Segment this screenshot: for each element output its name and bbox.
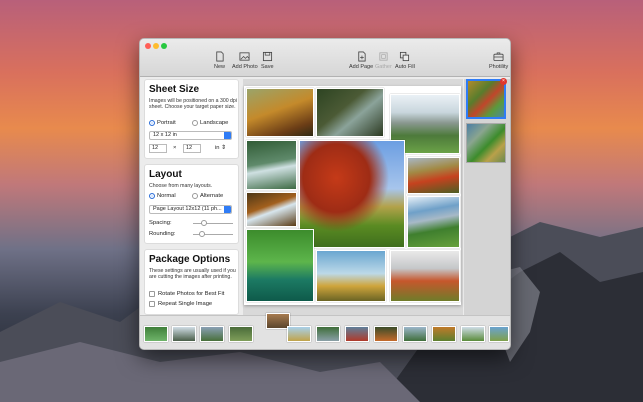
library-photo[interactable]: [287, 326, 311, 342]
height-field[interactable]: 12: [183, 144, 201, 153]
sheet-size-panel: Sheet Size Images will be positioned on …: [144, 79, 239, 159]
save-button[interactable]: Save: [261, 51, 274, 70]
close-button[interactable]: [145, 43, 151, 49]
library-photo[interactable]: [316, 326, 340, 342]
radio-dot-icon: [149, 120, 155, 126]
radio-dot-icon: [192, 120, 198, 126]
rotate-photos-checkbox[interactable]: Rotate Photos for Best Fit: [149, 291, 224, 297]
sheet-photo[interactable]: [246, 88, 314, 137]
sheet-photo[interactable]: [316, 88, 384, 137]
checkbox-icon: [149, 301, 155, 307]
chevron-updown-icon: [224, 132, 231, 139]
add-photo-button[interactable]: Add Photo: [232, 51, 258, 70]
sheet-size-title: Sheet Size: [149, 84, 200, 95]
spacing-slider-knob[interactable]: [201, 220, 207, 226]
library-photo[interactable]: [403, 326, 427, 342]
sheet-photo[interactable]: [407, 157, 460, 194]
zoom-button[interactable]: [161, 43, 167, 49]
gather-label: Gather: [375, 64, 392, 70]
sidebar: Sheet Size Images will be positioned on …: [144, 79, 239, 349]
document-icon: [216, 51, 224, 62]
photo-add-icon: [239, 52, 250, 61]
paper-size-select[interactable]: 12 x 12 in: [149, 131, 232, 140]
rounding-slider-knob[interactable]: [199, 231, 205, 237]
normal-radio[interactable]: Normal: [149, 193, 176, 199]
minimize-button[interactable]: [153, 43, 159, 49]
page-thumbnail[interactable]: ×: [466, 78, 507, 119]
portrait-radio[interactable]: Portrait: [149, 120, 176, 126]
layout-title: Layout: [149, 169, 182, 180]
times-symbol: ×: [173, 145, 177, 151]
spacing-slider[interactable]: [193, 220, 233, 226]
gather-button[interactable]: Gather: [375, 51, 392, 70]
library-photo[interactable]: [200, 326, 224, 342]
package-options-title: Package Options: [149, 254, 231, 265]
page-add-icon: [357, 51, 366, 62]
auto-fill-button[interactable]: Auto Fill: [395, 51, 415, 70]
chevron-updown-icon: [224, 206, 231, 213]
chevron-updown-icon: ⇕: [221, 145, 226, 151]
width-field[interactable]: 12: [149, 144, 167, 153]
layout-select[interactable]: Page Layout 12x12 (11 ph...: [149, 205, 232, 214]
library-photo[interactable]: [461, 326, 485, 342]
add-page-button[interactable]: Add Page: [349, 51, 373, 70]
add-page-label: Add Page: [349, 64, 374, 70]
library-photo[interactable]: [144, 326, 168, 342]
save-label: Save: [261, 64, 274, 70]
app-window: New Add Photo Save Add Page Gather Auto …: [139, 38, 511, 350]
sheet-photo[interactable]: [316, 250, 386, 302]
alternate-radio[interactable]: Alternate: [192, 193, 223, 199]
sheet-photo[interactable]: [246, 140, 297, 190]
rounding-slider[interactable]: [193, 231, 233, 237]
floppy-disk-icon: [262, 51, 272, 62]
photility-button[interactable]: Photility: [489, 51, 508, 70]
checkbox-icon: [149, 291, 155, 297]
radio-dot-icon: [192, 193, 198, 199]
gather-icon: [379, 52, 388, 61]
sheet-photo[interactable]: [390, 250, 460, 302]
layout-panel: Layout Choose from many layouts. Normal …: [144, 164, 239, 244]
toolbar: New Add Photo Save Add Page Gather Auto …: [140, 39, 510, 77]
unit-select[interactable]: in ⇕: [215, 145, 226, 151]
page-thumbnail[interactable]: [466, 123, 506, 163]
library-photo[interactable]: [374, 326, 398, 342]
sheet-photo[interactable]: [246, 229, 314, 302]
layout-description: Choose from many layouts.: [149, 183, 213, 189]
library-photo[interactable]: [489, 326, 509, 342]
spacing-label: Spacing:: [149, 220, 172, 226]
briefcase-icon: [493, 52, 504, 62]
photo-library-strip: [140, 313, 510, 349]
remove-page-icon[interactable]: ×: [500, 78, 507, 85]
library-photo[interactable]: [345, 326, 369, 342]
library-photo[interactable]: [432, 326, 456, 342]
sheet-photo[interactable]: [407, 196, 460, 248]
library-photo[interactable]: [229, 326, 253, 342]
rounding-label: Rounding:: [149, 231, 176, 237]
autofill-icon: [400, 51, 410, 62]
landscape-radio[interactable]: Landscape: [192, 120, 228, 126]
sheet-photo[interactable]: [246, 192, 297, 227]
radio-dot-icon: [149, 193, 155, 199]
library-photo[interactable]: [172, 326, 196, 342]
auto-fill-label: Auto Fill: [395, 64, 415, 70]
package-options-panel: Package Options These settings are usual…: [144, 249, 239, 315]
sheet-size-description: Images will be positioned on a 300 dpi s…: [149, 98, 237, 111]
add-photo-label: Add Photo: [232, 64, 258, 70]
repeat-single-image-checkbox[interactable]: Repeat Single Image: [149, 301, 212, 307]
layout-sheet[interactable]: [244, 86, 461, 305]
photility-label: Photility: [489, 64, 509, 70]
sheet-photo[interactable]: [299, 140, 405, 248]
new-button[interactable]: New: [214, 51, 225, 70]
new-label: New: [214, 64, 226, 70]
package-options-description: These settings are usually used if you a…: [149, 268, 236, 281]
page-thumbnails: ×: [464, 78, 510, 319]
